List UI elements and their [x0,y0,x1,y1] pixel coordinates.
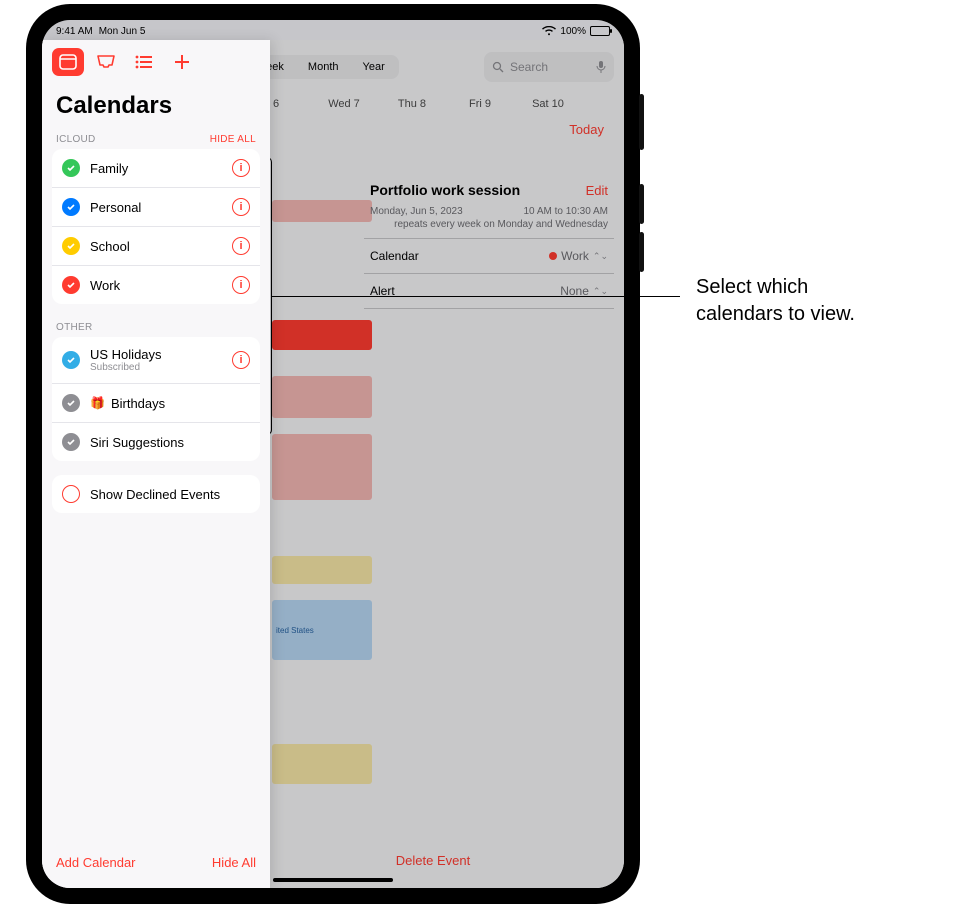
sidebar-toolbar [42,40,270,84]
other-calendar-list: US Holidays Subscribed i 🎁 Birthdays [52,337,260,461]
event-alert-row[interactable]: Alert None ⌃⌄ [364,273,614,309]
calendars-sidebar: Calendars ICLOUD HIDE ALL Family i [42,40,270,888]
checkmark-icon[interactable] [62,351,80,369]
hide-all-icloud-button[interactable]: HIDE ALL [210,134,256,145]
sidebar-footer: Add Calendar Hide All [42,843,270,888]
event-calendar-row[interactable]: Calendar Work ⌃⌄ [364,238,614,273]
callout-line2: calendars to view. [696,301,855,328]
mic-icon[interactable] [596,60,606,74]
search-placeholder: Search [510,60,548,74]
calendar-item-birthdays[interactable]: 🎁 Birthdays [52,384,260,423]
section-header-icloud: ICLOUD HIDE ALL [42,130,270,149]
calendar-item-family[interactable]: Family i [52,149,260,188]
event-title: Portfolio work session [370,182,520,198]
calendar-item-us-holidays[interactable]: US Holidays Subscribed i [52,337,260,384]
unchecked-circle-icon[interactable] [62,485,80,503]
ipad-device: 9:41 AM Mon Jun 5 100% ••• Week Mon [26,4,640,904]
event-detail-panel: Portfolio work session Edit Monday, Jun … [364,180,614,309]
day-sat10[interactable]: Sat 10 [514,98,582,110]
checkmark-icon[interactable] [62,198,80,216]
show-declined-toggle[interactable]: Show Declined Events [52,475,260,513]
calendar-grid-icon[interactable] [52,48,84,76]
callout-line1: Select which [696,274,855,301]
search-icon [492,61,504,73]
callout-line [272,296,680,297]
gift-icon: 🎁 [90,396,105,410]
checkmark-icon[interactable] [62,237,80,255]
delete-event-button[interactable]: Delete Event [396,853,470,868]
checkmark-icon[interactable] [62,433,80,451]
wifi-icon [542,26,556,36]
event-block[interactable] [272,200,372,222]
day-thu8[interactable]: Thu 8 [378,98,446,110]
event-block[interactable] [272,556,372,584]
icloud-calendar-list: Family i Personal i School [52,149,260,304]
section-label: ICLOUD [56,134,96,145]
event-date: Monday, Jun 5, 2023 [370,206,463,217]
volume-up-button [639,184,644,224]
calendar-label: School [90,239,222,254]
calendar-label: Work [90,278,222,293]
day-fri9[interactable]: Fri 9 [446,98,514,110]
info-icon[interactable]: i [232,237,250,255]
battery-percent: 100% [560,26,586,37]
add-icon[interactable] [166,48,198,76]
calendar-label: Siri Suggestions [90,435,250,450]
event-repeat: repeats every week on Monday and Wednesd… [364,219,614,238]
event-block[interactable] [272,320,372,350]
info-icon[interactable]: i [232,351,250,369]
event-block[interactable] [272,744,372,784]
inbox-icon[interactable] [90,48,122,76]
info-icon[interactable]: i [232,198,250,216]
segment-year[interactable]: Year [351,57,397,77]
event-block[interactable] [272,376,372,418]
show-declined-list: Show Declined Events [52,475,260,513]
calendar-color-dot [549,252,557,260]
checkmark-icon[interactable] [62,394,80,412]
volume-down-button [639,232,644,272]
calendar-label: US Holidays [90,347,222,362]
day-wed7[interactable]: Wed 7 [310,98,378,110]
bezel: 9:41 AM Mon Jun 5 100% ••• Week Mon [34,12,632,896]
event-block[interactable] [272,434,372,500]
add-calendar-button[interactable]: Add Calendar [56,855,136,870]
event-calendar-label: Calendar [370,249,419,263]
calendar-sublabel: Subscribed [90,362,222,373]
status-time: 9:41 AM [56,26,93,37]
calendar-label: Personal [90,200,222,215]
hide-all-button[interactable]: Hide All [212,855,256,870]
calendar-label: Family [90,161,222,176]
calendar-item-school[interactable]: School i [52,227,260,266]
calendar-item-work[interactable]: Work i [52,266,260,304]
chevron-updown-icon: ⌃⌄ [593,251,608,262]
sidebar-title: Calendars [42,84,270,130]
info-icon[interactable]: i [232,276,250,294]
calendar-item-personal[interactable]: Personal i [52,188,260,227]
power-button [639,94,644,150]
screen: 9:41 AM Mon Jun 5 100% ••• Week Mon [42,20,624,888]
event-time: 10 AM to 10:30 AM [524,206,609,217]
status-date: Mon Jun 5 [99,26,146,37]
section-header-other: OTHER [42,318,270,337]
edit-button[interactable]: Edit [586,183,608,198]
segment-month[interactable]: Month [296,57,351,77]
chevron-updown-icon: ⌃⌄ [593,286,608,297]
status-bar: 9:41 AM Mon Jun 5 100% [42,20,624,40]
today-button[interactable]: Today [569,122,604,137]
calendar-item-siri[interactable]: Siri Suggestions [52,423,260,461]
event-calendar-value: Work [561,249,589,263]
checkmark-icon[interactable] [62,159,80,177]
search-field[interactable]: Search [484,52,614,82]
event-block[interactable]: ited States [272,600,372,660]
home-indicator[interactable] [273,878,393,882]
section-label: OTHER [56,322,93,333]
callout-text: Select which calendars to view. [696,274,855,328]
show-declined-label: Show Declined Events [90,487,250,502]
battery-icon [590,26,610,36]
calendar-label: Birthdays [111,396,250,411]
list-icon[interactable] [128,48,160,76]
checkmark-icon[interactable] [62,276,80,294]
info-icon[interactable]: i [232,159,250,177]
